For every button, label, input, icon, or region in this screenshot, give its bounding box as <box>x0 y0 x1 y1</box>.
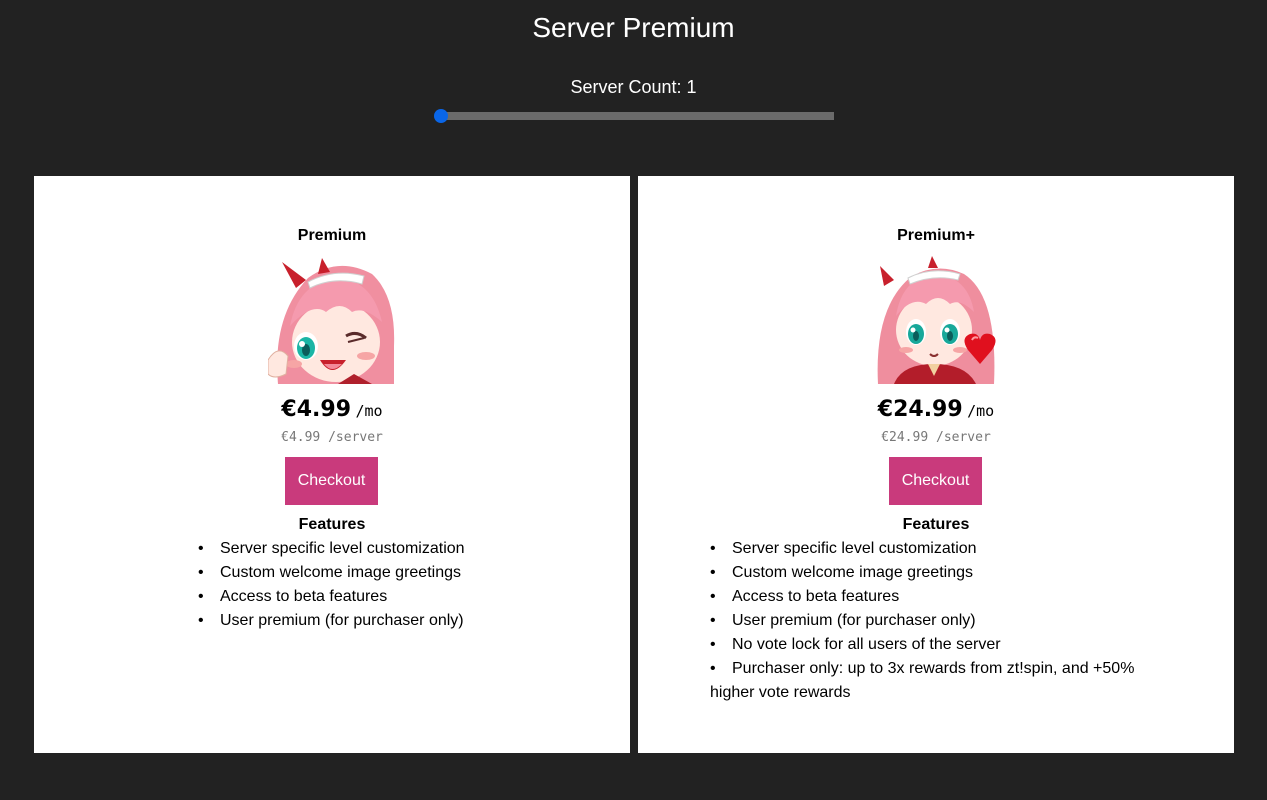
feature-item: Access to beta features <box>710 585 1170 609</box>
anime-girl-wink-avatar <box>268 256 396 384</box>
price-amount: €4.99 <box>281 397 352 422</box>
price-amount: €24.99 <box>877 397 963 422</box>
slider-track[interactable] <box>441 112 834 120</box>
server-count-slider[interactable] <box>434 109 834 123</box>
features-title: Features <box>298 516 366 533</box>
price-unit: /mo <box>967 402 995 420</box>
page-title: Server Premium <box>532 12 735 43</box>
feature-item: Custom welcome image greetings <box>710 561 1170 585</box>
slider-thumb[interactable] <box>434 109 448 123</box>
per-server-price: €4.99 /server <box>281 430 383 445</box>
feature-item: Server specific level customization <box>198 537 598 561</box>
feature-item: User premium (for purchaser only) <box>198 609 598 633</box>
features-list-premium: Server specific level customization Cust… <box>198 537 598 633</box>
feature-item: Access to beta features <box>198 585 598 609</box>
checkout-button-premium-plus[interactable]: Checkout <box>889 457 982 505</box>
server-count-label: Server Count: 1 <box>570 77 697 97</box>
features-list-premium-plus: Server specific level customization Cust… <box>710 537 1170 705</box>
features-title: Features <box>902 516 970 533</box>
feature-item: No vote lock for all users of the server <box>710 633 1170 657</box>
premium-card: Premium €4.99 /mo €4.99 /server Checkout… <box>34 176 630 753</box>
per-server-price: €24.99 /server <box>881 430 991 445</box>
feature-item: Purchaser only: up to 3x rewards from zt… <box>710 657 1170 705</box>
tier-name-premium-plus: Premium+ <box>897 227 975 244</box>
premium-plus-card: Premium+ €24.99 /mo €24.99 /server Check… <box>638 176 1234 753</box>
anime-girl-heart-avatar <box>872 256 1000 384</box>
price-premium-plus: €24.99 /mo <box>638 397 1234 422</box>
feature-item: Server specific level customization <box>710 537 1170 561</box>
feature-item: User premium (for purchaser only) <box>710 609 1170 633</box>
feature-item: Custom welcome image greetings <box>198 561 598 585</box>
price-unit: /mo <box>355 402 383 420</box>
checkout-button-premium[interactable]: Checkout <box>285 457 378 505</box>
tier-name-premium: Premium <box>297 227 367 244</box>
price-premium: €4.99 /mo <box>34 397 630 422</box>
